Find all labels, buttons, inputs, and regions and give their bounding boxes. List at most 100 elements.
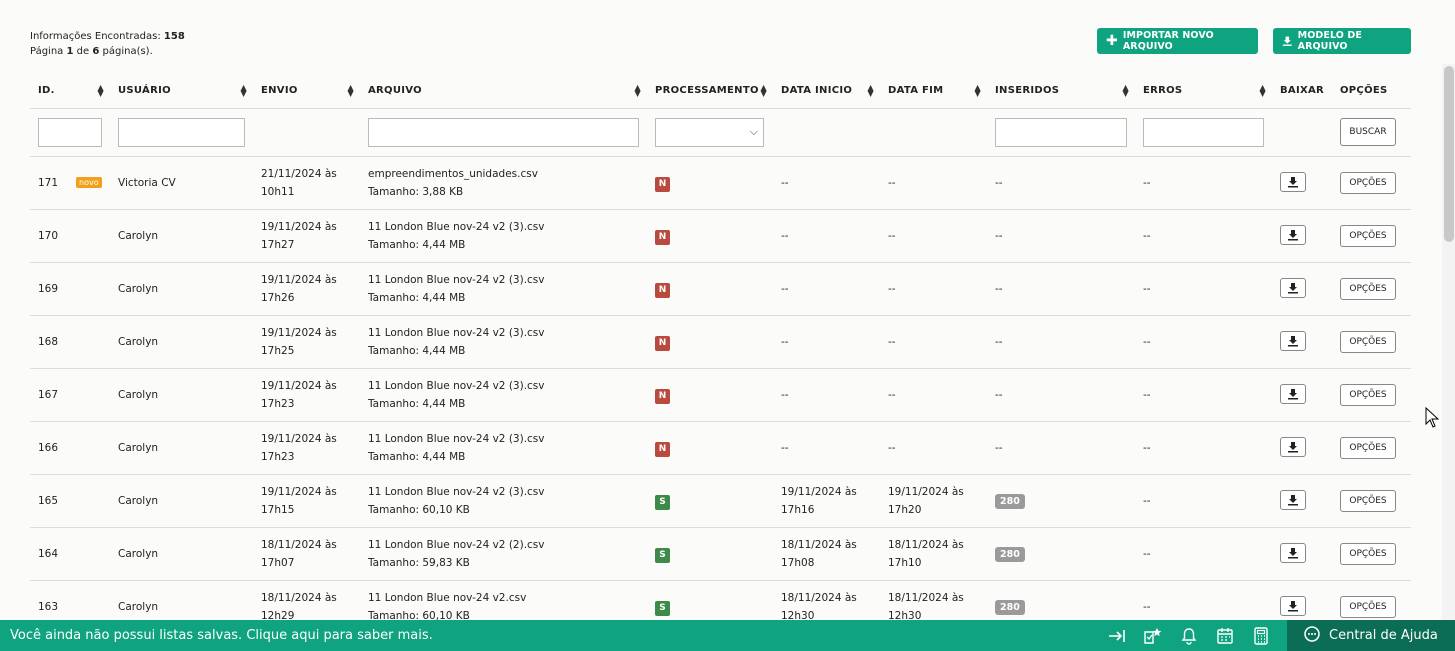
calculator-icon[interactable] xyxy=(1251,626,1271,646)
options-button[interactable]: OPÇÕES xyxy=(1340,224,1396,247)
download-icon xyxy=(1288,441,1298,452)
download-button[interactable] xyxy=(1280,171,1306,192)
table-row[interactable]: 166 Carolyn 19/11/2024 às 17h23 11 London… xyxy=(30,421,1411,475)
errors-value: -- xyxy=(1143,282,1151,295)
sort-icon[interactable]: ▲ ▼ xyxy=(761,84,767,98)
cell-inserted: -- xyxy=(987,315,1135,369)
header-col-errors[interactable]: ERROS ▲ ▼ xyxy=(1135,73,1272,109)
calendar-icon[interactable] xyxy=(1215,626,1235,646)
file-template-button[interactable]: MODELO DE ARQUIVO xyxy=(1273,28,1411,54)
help-center-button[interactable]: Central de Ajuda xyxy=(1287,620,1455,651)
table-row[interactable]: 168 Carolyn 19/11/2024 às 17h25 11 London… xyxy=(30,315,1411,369)
table-row[interactable]: 170 Carolyn 19/11/2024 às 17h27 11 London… xyxy=(30,209,1411,263)
search-button[interactable]: BUSCAR xyxy=(1340,118,1396,146)
header-col-id[interactable]: ID. ▲ ▼ xyxy=(30,73,110,109)
status-badge: N xyxy=(655,229,670,245)
header-col-end[interactable]: DATA FIM ▲ ▼ xyxy=(880,73,987,109)
download-button[interactable] xyxy=(1280,489,1306,510)
table-row[interactable]: 171 novo Victoria CV 21/11/2024 às 10h11 e… xyxy=(30,156,1411,210)
filter-inserted-input[interactable] xyxy=(995,117,1127,147)
end-date-line1: -- xyxy=(888,229,896,242)
start-date-line1: 19/11/2024 às xyxy=(781,485,857,498)
sort-icon[interactable]: ▲ ▼ xyxy=(1123,84,1129,98)
cell-user: Carolyn xyxy=(110,368,253,422)
download-button[interactable] xyxy=(1280,383,1306,404)
file-name: 11 London Blue nov-24 v2 (3).csv xyxy=(368,432,545,445)
sort-icon[interactable]: ▲ ▼ xyxy=(635,84,641,98)
options-button[interactable]: OPÇÕES xyxy=(1340,489,1396,512)
star-list-icon[interactable] xyxy=(1143,626,1163,646)
cell-start: -- xyxy=(773,368,880,422)
start-date: 19/11/2024 às 17h16 xyxy=(781,483,880,519)
download-button[interactable] xyxy=(1280,542,1306,563)
start-date: -- xyxy=(781,439,880,457)
filter-id-input[interactable] xyxy=(38,117,102,147)
envio-date-line2: 17h23 xyxy=(261,397,295,410)
header-col-status[interactable]: PROCESSAMENTO ▲ ▼ xyxy=(647,73,773,109)
filter-status-select[interactable]: ⌵ xyxy=(655,117,764,147)
filter-user-input[interactable] xyxy=(118,117,245,147)
header-label: ARQUIVO xyxy=(368,84,422,96)
saved-lists-message[interactable]: Você ainda não possui listas salvas. Cli… xyxy=(0,628,1107,643)
cell-options: OPÇÕES xyxy=(1332,474,1411,528)
scrollbar-thumb[interactable] xyxy=(1444,66,1454,242)
options-button[interactable]: OPÇÕES xyxy=(1340,542,1396,565)
options-button[interactable]: OPÇÕES xyxy=(1340,277,1396,300)
filter-cell-end xyxy=(880,108,987,157)
sort-icon[interactable]: ▲ ▼ xyxy=(241,84,247,98)
sort-icon[interactable]: ▲ ▼ xyxy=(1260,84,1266,98)
download-button[interactable] xyxy=(1280,277,1306,298)
header-col-file[interactable]: ARQUIVO ▲ ▼ xyxy=(360,73,647,109)
bell-icon[interactable] xyxy=(1179,626,1199,646)
header-col-envio[interactable]: ENVIO ▲ ▼ xyxy=(253,73,360,109)
header-label: ENVIO xyxy=(261,84,298,96)
options-button[interactable]: OPÇÕES xyxy=(1340,383,1396,406)
table-row[interactable]: 169 Carolyn 19/11/2024 às 17h26 11 London… xyxy=(30,262,1411,316)
filter-file-input[interactable] xyxy=(368,117,639,147)
file-size: Tamanho: 4,44 MB xyxy=(368,238,466,251)
cell-status: N xyxy=(647,315,773,369)
header-label: ERROS xyxy=(1143,84,1183,96)
errors-value: -- xyxy=(1143,229,1151,242)
file-name: 11 London Blue nov-24 v2 (3).csv xyxy=(368,485,545,498)
download-icon xyxy=(1288,547,1298,558)
envio-date-line1: 19/11/2024 às xyxy=(261,326,337,339)
options-button[interactable]: OPÇÕES xyxy=(1340,436,1396,459)
download-button[interactable] xyxy=(1280,595,1306,616)
sort-icon[interactable]: ▲ ▼ xyxy=(98,84,104,98)
table-row[interactable]: 167 Carolyn 19/11/2024 às 17h23 11 London… xyxy=(30,368,1411,422)
header-col-user[interactable]: USUÁRIO ▲ ▼ xyxy=(110,73,253,109)
envio-date: 19/11/2024 às 17h27 xyxy=(261,218,360,254)
sort-icon[interactable]: ▲ ▼ xyxy=(868,84,874,98)
sort-icon[interactable]: ▲ ▼ xyxy=(348,84,354,98)
start-date: -- xyxy=(781,386,880,404)
file-size: Tamanho: 60,10 KB xyxy=(368,503,470,516)
cell-options: OPÇÕES xyxy=(1332,209,1411,263)
envio-date: 19/11/2024 às 17h25 xyxy=(261,324,360,360)
sort-icon[interactable]: ▲ ▼ xyxy=(975,84,981,98)
cell-end: -- xyxy=(880,156,987,210)
filter-cell-status: ⌵ xyxy=(647,108,773,157)
cell-end: 18/11/2024 às 17h10 xyxy=(880,527,987,581)
filter-errors-input[interactable] xyxy=(1143,117,1264,147)
end-date: -- xyxy=(888,227,987,245)
header-col-start[interactable]: DATA INICIO ▲ ▼ xyxy=(773,73,880,109)
options-button[interactable]: OPÇÕES xyxy=(1340,171,1396,194)
end-date-line1: 19/11/2024 às xyxy=(888,485,964,498)
options-button[interactable]: OPÇÕES xyxy=(1340,330,1396,353)
import-file-button[interactable]: ✚ IMPORTAR NOVO ARQUIVO xyxy=(1097,28,1258,54)
download-button[interactable] xyxy=(1280,224,1306,245)
cell-file: 11 London Blue nov-24 v2 (3).csv Tamanho:… xyxy=(360,474,647,528)
cell-inserted: 280 xyxy=(987,527,1135,581)
errors-value: -- xyxy=(1143,441,1151,454)
filter-cell-download xyxy=(1272,108,1332,157)
table-row[interactable]: 165 Carolyn 19/11/2024 às 17h15 11 London… xyxy=(30,474,1411,528)
header-col-inserted[interactable]: INSERIDOS ▲ ▼ xyxy=(987,73,1135,109)
cell-status: N xyxy=(647,368,773,422)
table-row[interactable]: 164 Carolyn 18/11/2024 às 17h07 11 London… xyxy=(30,527,1411,581)
end-date: -- xyxy=(888,333,987,351)
collapse-arrow-icon[interactable] xyxy=(1107,626,1127,646)
options-button[interactable]: OPÇÕES xyxy=(1340,595,1396,618)
download-button[interactable] xyxy=(1280,330,1306,351)
download-button[interactable] xyxy=(1280,436,1306,457)
